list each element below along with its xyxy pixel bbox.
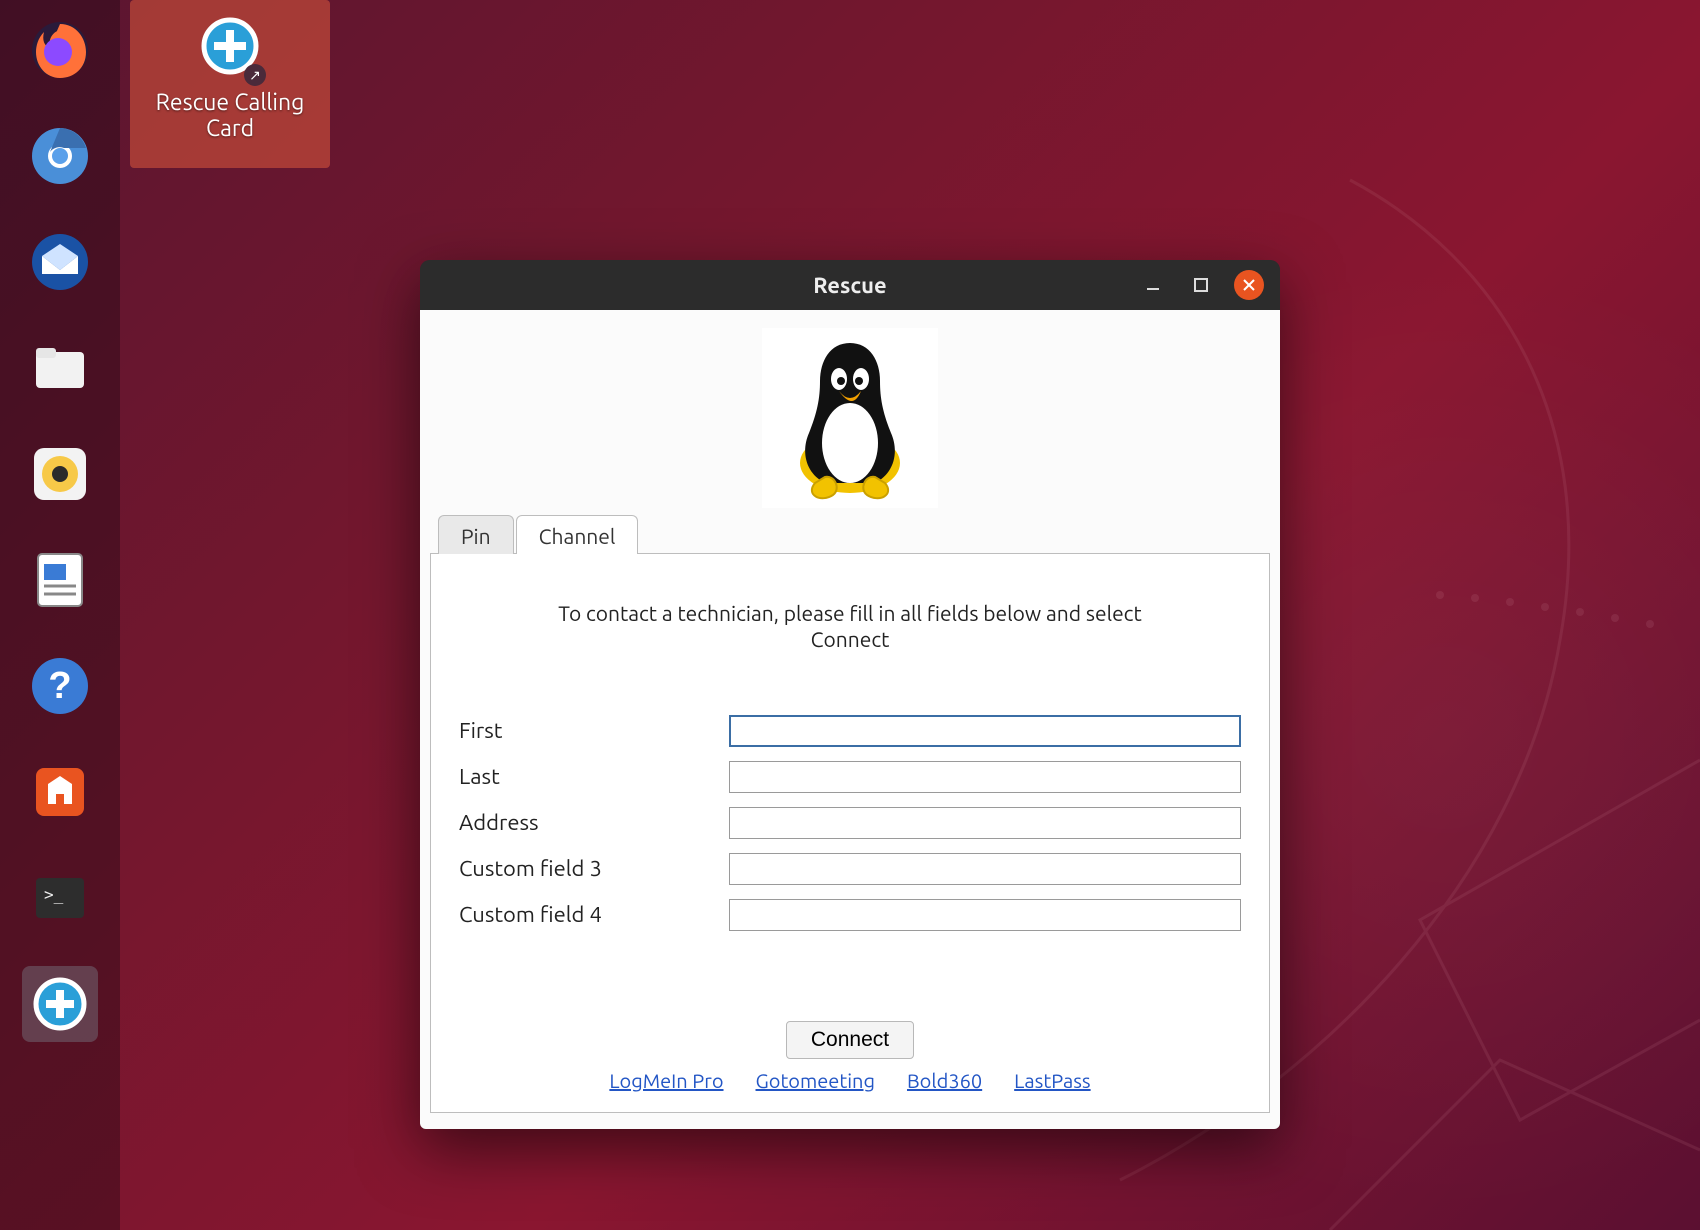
input-custom3[interactable] (729, 853, 1241, 885)
dock-item-help[interactable]: ? (22, 648, 98, 724)
label-address: Address (459, 810, 729, 835)
tab-channel[interactable]: Channel (516, 515, 639, 554)
thunderbird-icon (28, 230, 92, 294)
dock-item-writer[interactable] (22, 542, 98, 618)
files-icon (28, 336, 92, 400)
tab-pin[interactable]: Pin (438, 515, 514, 554)
close-icon (1242, 278, 1256, 292)
link-logmein-pro[interactable]: LogMeIn Pro (609, 1069, 723, 1092)
tab-bar: Pin Channel (438, 515, 1270, 554)
instruction-text: To contact a technician, please fill in … (550, 600, 1150, 653)
label-last: Last (459, 764, 729, 789)
rescue-icon (28, 972, 92, 1036)
maximize-icon (1193, 277, 1209, 293)
help-icon: ? (28, 654, 92, 718)
rescue-window: Rescue (420, 260, 1280, 1129)
chromium-icon (28, 124, 92, 188)
window-controls (1138, 260, 1272, 310)
input-custom4[interactable] (729, 899, 1241, 931)
link-gotomeeting[interactable]: Gotomeeting (756, 1069, 875, 1092)
dock-item-files[interactable] (22, 330, 98, 406)
dock-item-firefox[interactable] (22, 12, 98, 88)
link-bold360[interactable]: Bold360 (907, 1069, 982, 1092)
svg-text:>_: >_ (44, 885, 64, 904)
dock-item-rhythmbox[interactable] (22, 436, 98, 512)
dock: ? >_ (0, 0, 120, 1230)
desktop-shortcut-rescue-calling-card[interactable]: ↗ Rescue Calling Card (130, 0, 330, 168)
label-first: First (459, 718, 729, 743)
label-custom3: Custom field 3 (459, 856, 729, 881)
dock-item-terminal[interactable]: >_ (22, 860, 98, 936)
minimize-icon (1145, 277, 1161, 293)
input-address[interactable] (729, 807, 1241, 839)
ubuntu-software-icon (28, 760, 92, 824)
rhythmbox-icon (28, 442, 92, 506)
form-row-custom4: Custom field 4 (459, 899, 1241, 931)
window-titlebar[interactable]: Rescue (420, 260, 1280, 310)
connect-button-label: Connect (811, 1028, 889, 1051)
form-row-address: Address (459, 807, 1241, 839)
tux-icon (775, 333, 925, 503)
maximize-button[interactable] (1186, 270, 1216, 300)
window-body: Pin Channel To contact a technician, ple… (420, 310, 1280, 1129)
footer-links: LogMeIn Pro Gotomeeting Bold360 LastPass (609, 1069, 1090, 1092)
terminal-icon: >_ (28, 866, 92, 930)
input-last[interactable] (729, 761, 1241, 793)
libreoffice-writer-icon (28, 548, 92, 612)
minimize-button[interactable] (1138, 270, 1168, 300)
tux-logo (762, 328, 938, 508)
form-row-custom3: Custom field 3 (459, 853, 1241, 885)
dock-item-software[interactable] (22, 754, 98, 830)
dock-item-chromium[interactable] (22, 118, 98, 194)
close-button[interactable] (1234, 270, 1264, 300)
connect-button[interactable]: Connect (786, 1021, 914, 1059)
link-lastpass[interactable]: LastPass (1014, 1069, 1090, 1092)
form-row-first: First (459, 715, 1241, 747)
tab-panel-channel: To contact a technician, please fill in … (430, 553, 1270, 1113)
shortcut-arrow-icon: ↗ (244, 64, 266, 86)
tab-channel-label: Channel (539, 524, 616, 548)
form-row-last: Last (459, 761, 1241, 793)
window-title: Rescue (813, 273, 886, 298)
tab-pin-label: Pin (461, 524, 491, 548)
dock-item-rescue[interactable] (22, 966, 98, 1042)
input-first[interactable] (729, 715, 1241, 747)
rescue-plus-icon: ↗ (198, 14, 262, 82)
desktop-shortcut-label: Rescue Calling Card (130, 90, 330, 143)
firefox-icon (28, 18, 92, 82)
dock-item-thunderbird[interactable] (22, 224, 98, 300)
label-custom4: Custom field 4 (459, 902, 729, 927)
contact-form: First Last Address Custom field 3 Custom… (451, 715, 1249, 931)
svg-text:?: ? (48, 665, 71, 707)
